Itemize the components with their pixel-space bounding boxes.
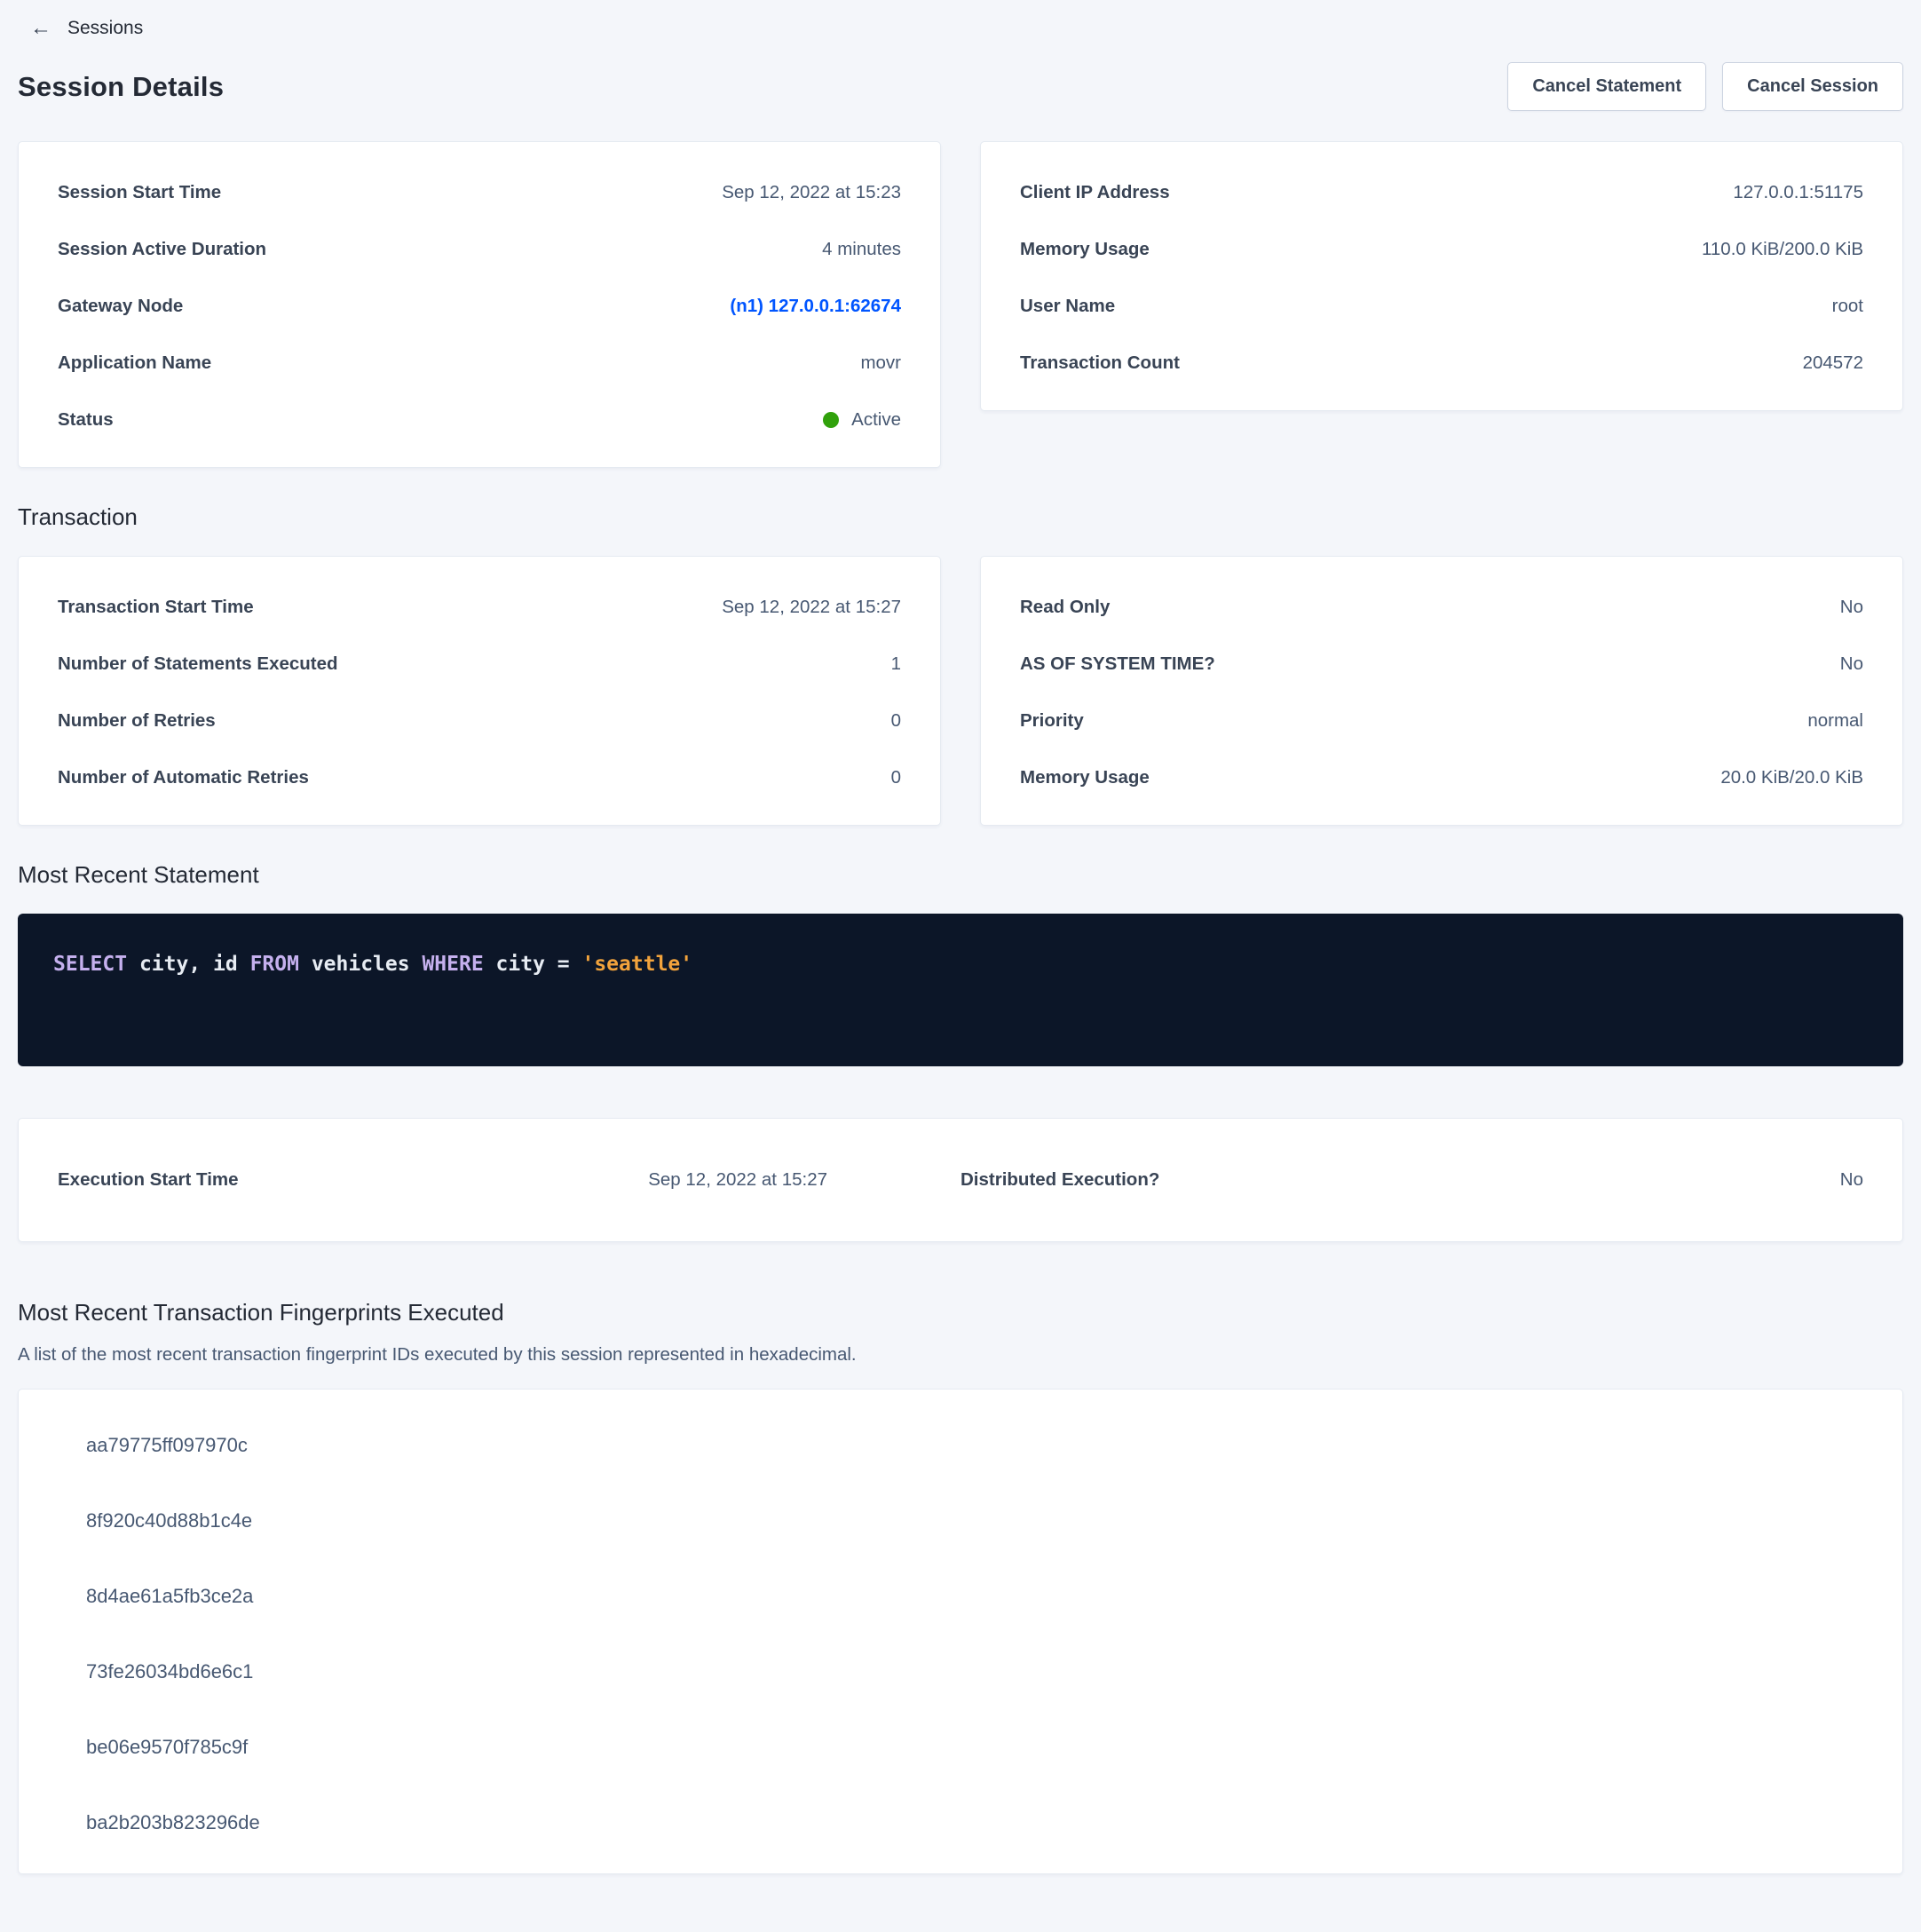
field-value: No bbox=[1840, 1167, 1863, 1193]
application-name-row: Application Name movr bbox=[58, 350, 901, 376]
read-only-row: Read Only No bbox=[1020, 594, 1863, 621]
sql-text: city, id bbox=[127, 953, 249, 976]
field-label: Transaction Count bbox=[1020, 350, 1180, 376]
retries-row: Number of Retries 0 bbox=[58, 708, 901, 734]
fingerprint-list: aa79775ff097970c 8f920c40d88b1c4e 8d4ae6… bbox=[58, 1432, 1863, 1836]
field-value: No bbox=[1840, 594, 1863, 621]
transaction-start-time-row: Transaction Start Time Sep 12, 2022 at 1… bbox=[58, 594, 901, 621]
field-label: Transaction Start Time bbox=[58, 594, 254, 621]
status-value: Active bbox=[823, 407, 901, 433]
field-value: 110.0 KiB/200.0 KiB bbox=[1702, 236, 1863, 263]
client-ip-row: Client IP Address 127.0.0.1:51175 bbox=[1020, 179, 1863, 206]
transaction-summary-row: Transaction Start Time Sep 12, 2022 at 1… bbox=[18, 556, 1903, 826]
field-label: Status bbox=[58, 407, 114, 433]
sql-text: vehicles bbox=[299, 953, 422, 976]
execution-start-time-col: Execution Start Time Sep 12, 2022 at 15:… bbox=[58, 1167, 960, 1193]
back-link-label: Sessions bbox=[67, 18, 143, 39]
fingerprint-item: ba2b203b823296de bbox=[86, 1809, 1863, 1836]
field-value: Sep 12, 2022 at 15:27 bbox=[648, 1167, 827, 1193]
transaction-section-heading: Transaction bbox=[18, 503, 1903, 531]
status-active-dot-icon bbox=[823, 412, 839, 428]
fingerprints-description: A list of the most recent transaction fi… bbox=[18, 1344, 1903, 1366]
field-value: Sep 12, 2022 at 15:27 bbox=[722, 594, 901, 621]
session-card: Session Start Time Sep 12, 2022 at 15:23… bbox=[18, 141, 941, 468]
field-label: Number of Automatic Retries bbox=[58, 764, 309, 791]
back-to-sessions-link[interactable]: ← Sessions bbox=[18, 9, 155, 48]
field-value: 204572 bbox=[1803, 350, 1863, 376]
action-buttons: Cancel Statement Cancel Session bbox=[1507, 62, 1903, 111]
distributed-execution-col: Distributed Execution? No bbox=[960, 1167, 1863, 1193]
automatic-retries-row: Number of Automatic Retries 0 bbox=[58, 764, 901, 791]
field-label: User Name bbox=[1020, 293, 1115, 320]
session-active-duration-row: Session Active Duration 4 minutes bbox=[58, 236, 901, 263]
fingerprint-item: be06e9570f785c9f bbox=[86, 1734, 1863, 1761]
back-arrow-icon: ← bbox=[30, 18, 51, 39]
field-label: Gateway Node bbox=[58, 293, 183, 320]
field-value: 4 minutes bbox=[822, 236, 901, 263]
field-label: Memory Usage bbox=[1020, 236, 1150, 263]
field-label: Distributed Execution? bbox=[960, 1167, 1159, 1193]
txn-memory-usage-row: Memory Usage 20.0 KiB/20.0 KiB bbox=[1020, 764, 1863, 791]
as-of-system-time-row: AS OF SYSTEM TIME? No bbox=[1020, 651, 1863, 677]
sql-statement-text: SELECT city, id FROM vehicles WHERE city… bbox=[53, 953, 692, 976]
transaction-left-card: Transaction Start Time Sep 12, 2022 at 1… bbox=[18, 556, 941, 826]
gateway-node-row: Gateway Node (n1) 127.0.0.1:62674 bbox=[58, 293, 901, 320]
field-label: Priority bbox=[1020, 708, 1084, 734]
page-title: Session Details bbox=[18, 71, 224, 103]
field-label: Execution Start Time bbox=[58, 1167, 239, 1193]
field-label: Memory Usage bbox=[1020, 764, 1150, 791]
field-label: Session Start Time bbox=[58, 179, 221, 206]
fingerprint-item: 8f920c40d88b1c4e bbox=[86, 1508, 1863, 1534]
sql-keyword: SELECT bbox=[53, 953, 127, 976]
field-value: normal bbox=[1807, 708, 1863, 734]
statements-executed-row: Number of Statements Executed 1 bbox=[58, 651, 901, 677]
session-start-time-row: Session Start Time Sep 12, 2022 at 15:23 bbox=[58, 179, 901, 206]
session-details-page: ← Sessions Session Details Cancel Statem… bbox=[0, 0, 1921, 1874]
sql-keyword: WHERE bbox=[422, 953, 483, 976]
field-value: 0 bbox=[891, 708, 901, 734]
field-value: Sep 12, 2022 at 15:23 bbox=[722, 179, 901, 206]
field-value: No bbox=[1840, 651, 1863, 677]
fingerprints-card: aa79775ff097970c 8f920c40d88b1c4e 8d4ae6… bbox=[18, 1389, 1903, 1874]
priority-row: Priority normal bbox=[1020, 708, 1863, 734]
field-label: Read Only bbox=[1020, 594, 1110, 621]
gateway-node-link[interactable]: (n1) 127.0.0.1:62674 bbox=[730, 293, 901, 320]
field-value: 1 bbox=[891, 651, 901, 677]
transaction-right-card: Read Only No AS OF SYSTEM TIME? No Prior… bbox=[980, 556, 1903, 826]
user-name-row: User Name root bbox=[1020, 293, 1863, 320]
cancel-statement-button[interactable]: Cancel Statement bbox=[1507, 62, 1706, 111]
sql-keyword: FROM bbox=[250, 953, 299, 976]
field-label: Session Active Duration bbox=[58, 236, 266, 263]
sql-statement-box: SELECT city, id FROM vehicles WHERE city… bbox=[18, 914, 1903, 1066]
status-badge: Active bbox=[851, 407, 901, 433]
status-row: Status Active bbox=[58, 407, 901, 433]
transaction-count-row: Transaction Count 204572 bbox=[1020, 350, 1863, 376]
field-label: Client IP Address bbox=[1020, 179, 1170, 206]
field-value: 127.0.0.1:51175 bbox=[1733, 179, 1863, 206]
memory-usage-row: Memory Usage 110.0 KiB/200.0 KiB bbox=[1020, 236, 1863, 263]
fingerprint-item: aa79775ff097970c bbox=[86, 1432, 1863, 1459]
client-card: Client IP Address 127.0.0.1:51175 Memory… bbox=[980, 141, 1903, 411]
fingerprints-section-heading: Most Recent Transaction Fingerprints Exe… bbox=[18, 1299, 1903, 1326]
field-label: Number of Statements Executed bbox=[58, 651, 338, 677]
sql-text: city = bbox=[484, 953, 582, 976]
field-value: root bbox=[1832, 293, 1863, 320]
sql-string-literal: 'seattle' bbox=[581, 953, 692, 976]
field-value: movr bbox=[860, 350, 901, 376]
field-value: 0 bbox=[891, 764, 901, 791]
title-row: Session Details Cancel Statement Cancel … bbox=[18, 62, 1903, 111]
fingerprint-item: 73fe26034bd6e6c1 bbox=[86, 1659, 1863, 1685]
field-value: 20.0 KiB/20.0 KiB bbox=[1720, 764, 1863, 791]
field-label: Number of Retries bbox=[58, 708, 216, 734]
session-summary-row: Session Start Time Sep 12, 2022 at 15:23… bbox=[18, 141, 1903, 468]
statement-section-heading: Most Recent Statement bbox=[18, 861, 1903, 889]
field-label: AS OF SYSTEM TIME? bbox=[1020, 651, 1215, 677]
fingerprint-item: 8d4ae61a5fb3ce2a bbox=[86, 1583, 1863, 1610]
cancel-session-button[interactable]: Cancel Session bbox=[1722, 62, 1903, 111]
field-label: Application Name bbox=[58, 350, 211, 376]
execution-card: Execution Start Time Sep 12, 2022 at 15:… bbox=[18, 1118, 1903, 1242]
